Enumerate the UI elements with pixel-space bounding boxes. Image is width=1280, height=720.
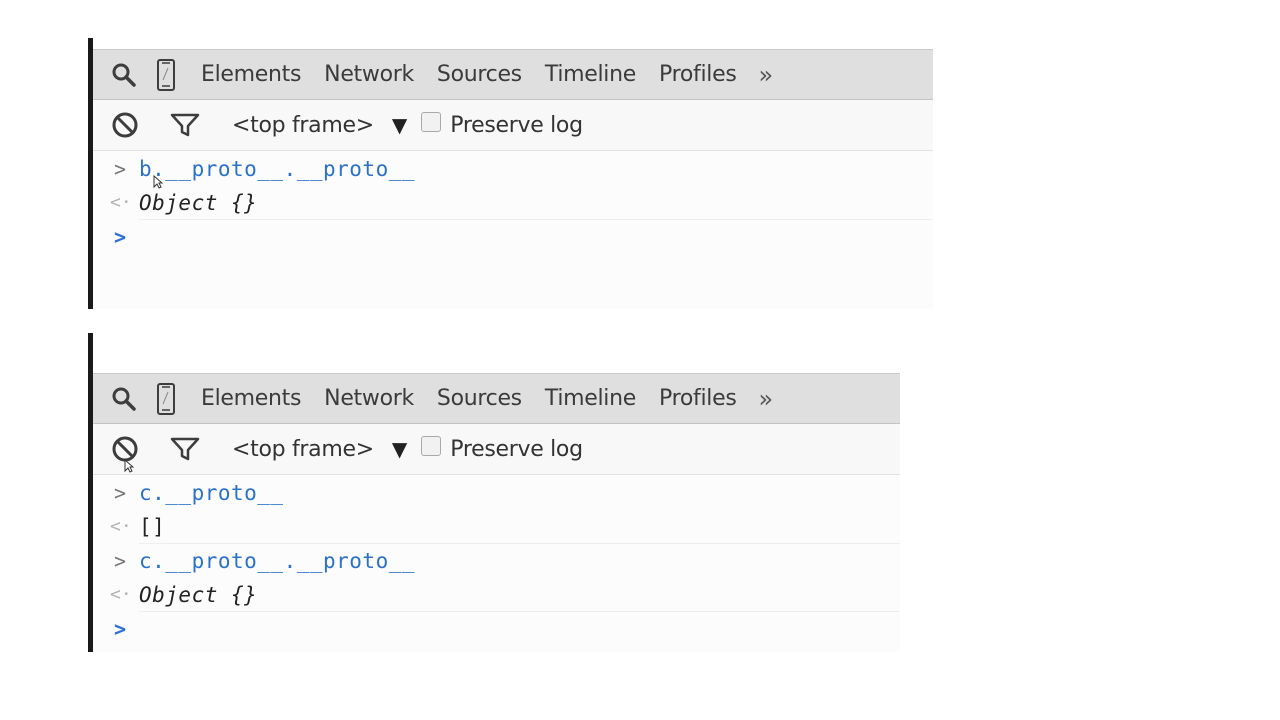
clear-console-icon[interactable] [110,108,140,142]
chevron-down-icon[interactable]: ▼ [392,437,407,461]
mouse-cursor-icon [153,175,163,189]
console-output: > c.__proto__ <· [] > c.__proto__.__prot… [93,476,900,652]
top-gap [93,333,900,373]
tab-elements[interactable]: Elements [201,62,301,87]
search-icon[interactable] [109,58,139,92]
filter-icon[interactable] [170,432,200,466]
device-mode-icon[interactable] [151,382,181,416]
console-result[interactable]: Object {} [139,191,257,215]
console-output-line: <· Object {} [110,186,933,220]
console-input-line: > c.__proto__ [93,476,900,510]
devtools-tab-bar: Elements Network Sources Timeline Profil… [93,373,900,424]
tab-sources[interactable]: Sources [437,386,522,411]
preserve-log-checkbox[interactable] [421,436,442,456]
device-mode-icon[interactable] [151,58,181,92]
frame-selector[interactable]: <top frame> [232,113,374,138]
tab-network[interactable]: Network [324,62,414,87]
devtools-panel-2: Elements Network Sources Timeline Profil… [88,333,900,652]
more-tabs-button[interactable]: » [758,385,773,413]
console-command[interactable]: c.__proto__.__proto__ [139,549,415,573]
preserve-log-label[interactable]: Preserve log [450,113,583,138]
more-tabs-button[interactable]: » [758,61,773,89]
console-prompt-line[interactable]: > [93,612,900,646]
tab-elements[interactable]: Elements [201,386,301,411]
tab-timeline[interactable]: Timeline [545,386,636,411]
search-icon[interactable] [109,382,139,416]
mouse-cursor-icon [124,459,134,473]
top-gap [93,38,933,49]
console-input-line: > c.__proto__.__proto__ [93,544,900,578]
tab-timeline[interactable]: Timeline [545,62,636,87]
console-toolbar: <top frame> ▼ Preserve log [93,100,933,151]
console-command[interactable]: b.__proto__.__proto__ [139,157,415,181]
console-output: > b.__proto__.__proto__ <· Object {} > [93,152,933,309]
console-result[interactable]: [] [139,515,165,539]
tab-profiles[interactable]: Profiles [659,386,737,411]
console-input-line: > b.__proto__.__proto__ [93,152,933,186]
tab-network[interactable]: Network [324,386,414,411]
preserve-log-checkbox[interactable] [421,112,442,132]
devtools-tab-bar: Elements Network Sources Timeline Profil… [93,49,933,100]
filter-icon[interactable] [170,108,200,142]
prompt-chevron-icon: > [113,617,127,641]
console-prompt-line[interactable]: > [93,220,933,254]
tab-sources[interactable]: Sources [437,62,522,87]
frame-selector[interactable]: <top frame> [232,437,374,462]
devtools-panel-1: Elements Network Sources Timeline Profil… [88,38,933,309]
console-result[interactable]: Object {} [139,583,257,607]
output-chevron-icon: <· [110,584,132,605]
console-output-line: <· Object {} [110,578,900,612]
input-chevron-icon: > [113,481,127,505]
input-chevron-icon: > [113,157,127,181]
console-toolbar: <top frame> ▼ Preserve log [93,424,900,475]
prompt-chevron-icon: > [113,225,127,249]
input-chevron-icon: > [113,549,127,573]
output-chevron-icon: <· [110,516,132,537]
console-output-line: <· [] [110,510,900,544]
output-chevron-icon: <· [110,192,132,213]
chevron-down-icon[interactable]: ▼ [392,113,407,137]
tab-profiles[interactable]: Profiles [659,62,737,87]
console-command[interactable]: c.__proto__ [139,481,284,505]
preserve-log-label[interactable]: Preserve log [450,437,583,462]
